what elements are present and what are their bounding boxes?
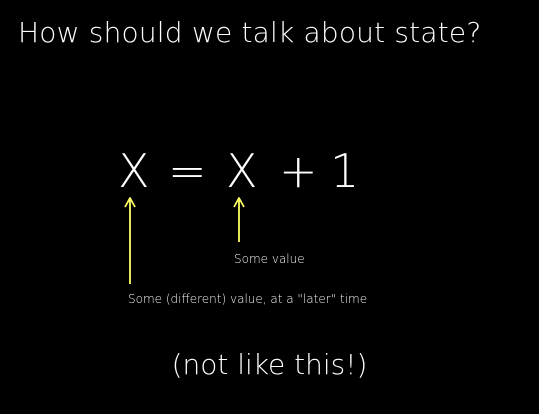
slide-footer: (not like this!) [171, 348, 368, 381]
slide: How should we talk about state? X = X + … [0, 0, 539, 414]
equation-lhs: X [118, 144, 150, 198]
arrow-up-right-icon [233, 197, 245, 242]
equation-rhs-variable: X [226, 144, 258, 198]
equation-plus-sign: + [279, 144, 318, 198]
annotation-some-value: Some value [234, 252, 305, 266]
equation-equals-sign: = [168, 144, 207, 198]
slide-title: How should we talk about state? [18, 16, 482, 49]
annotation-later-value: Some (different) value, at a "later" tim… [128, 292, 368, 306]
arrow-up-left-icon [124, 197, 136, 284]
equation-constant: 1 [330, 144, 360, 198]
